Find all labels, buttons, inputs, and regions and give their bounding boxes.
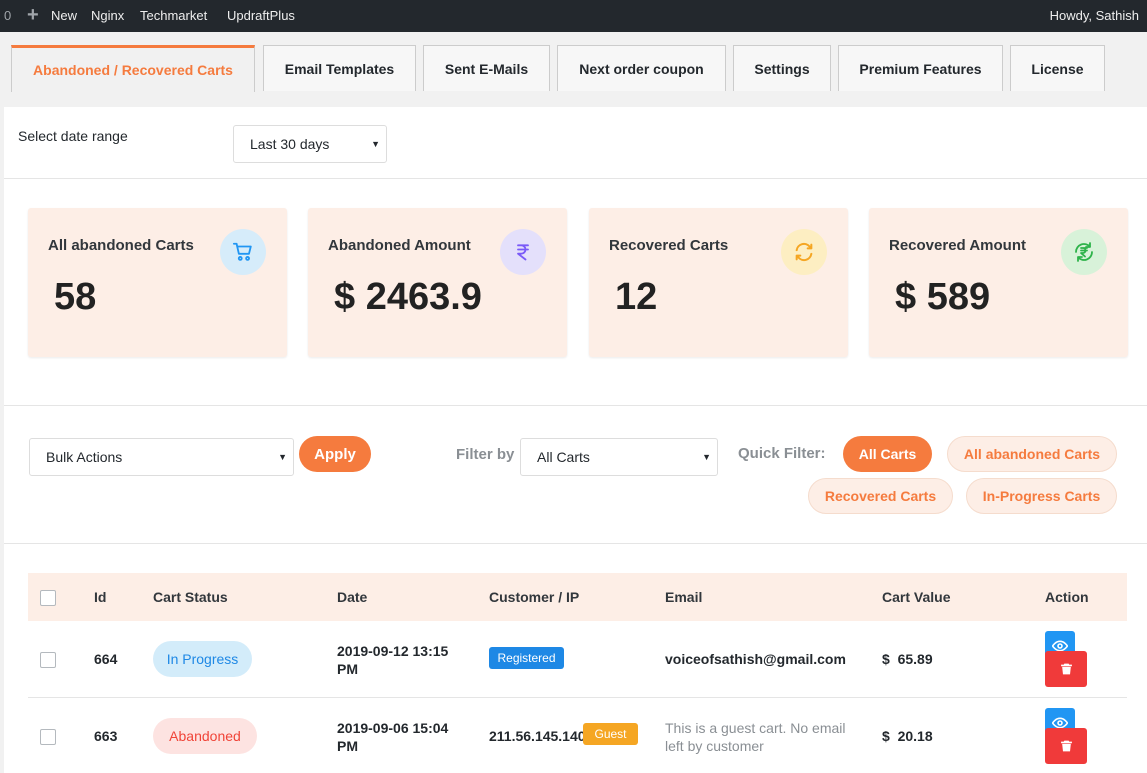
filter-selected: All Carts	[537, 449, 590, 465]
admin-bar-link-techmarket[interactable]: Techmarket	[140, 0, 207, 32]
tab-next-order-coupon[interactable]: Next order coupon	[557, 45, 726, 91]
column-header-email[interactable]: Email	[665, 589, 702, 605]
status-badge: In Progress	[153, 641, 252, 677]
column-header-cart-value[interactable]: Cart Value	[882, 589, 950, 605]
apply-button[interactable]: Apply	[299, 436, 371, 472]
bulk-actions-label: Bulk Actions	[46, 449, 123, 465]
tab-premium-features[interactable]: Premium Features	[838, 45, 1003, 91]
tab-settings[interactable]: Settings	[733, 45, 831, 91]
column-header-action: Action	[1045, 589, 1089, 605]
row-checkbox[interactable]	[40, 652, 56, 668]
date-range-selected: Last 30 days	[250, 136, 330, 152]
rupee-icon	[500, 229, 546, 275]
delete-cart-button[interactable]	[1045, 728, 1087, 764]
tab-sent-emails[interactable]: Sent E-Mails	[423, 45, 550, 91]
row-id: 664	[94, 651, 118, 667]
column-header-cart-status[interactable]: Cart Status	[153, 589, 228, 605]
trash-icon	[1060, 663, 1072, 675]
trash-icon	[1060, 740, 1072, 752]
caret-down-icon: ▼	[278, 452, 287, 462]
admin-bar: 0 + New Nginx Techmarket UpdraftPlus How…	[0, 0, 1147, 32]
bulk-actions-select[interactable]: Bulk Actions ▼	[29, 438, 294, 476]
select-all-checkbox[interactable]	[40, 590, 56, 606]
row-id: 663	[94, 728, 118, 744]
admin-bar-greeting[interactable]: Howdy, Sathish	[1050, 0, 1139, 32]
status-badge: Abandoned	[153, 718, 257, 754]
stat-value: 58	[54, 276, 97, 318]
stat-value: $ 2463.9	[334, 276, 482, 318]
rupee-recycle-icon	[1061, 229, 1107, 275]
row-date: 2019-09-06 15:04 PM	[337, 719, 448, 755]
filter-by-label: Filter by	[456, 446, 515, 463]
guest-badge: Guest	[583, 723, 638, 745]
date-range-select[interactable]: Last 30 days ▼	[233, 125, 387, 163]
admin-bar-link-nginx[interactable]: Nginx	[91, 0, 124, 32]
quick-filter-in-progress-carts[interactable]: In-Progress Carts	[966, 478, 1117, 514]
delete-cart-button[interactable]	[1045, 651, 1087, 687]
stat-card-recovered-carts: Recovered Carts 12	[589, 208, 848, 357]
stat-title: Recovered Carts	[609, 237, 729, 254]
stat-value: $ 589	[895, 276, 991, 318]
stat-card-recovered-amount: Recovered Amount $ 589	[869, 208, 1128, 357]
filter-select[interactable]: All Carts ▼	[520, 438, 718, 476]
stat-card-abandoned-amount: Abandoned Amount $ 2463.9	[308, 208, 567, 357]
row-date-line2: PM	[337, 738, 358, 754]
stat-title: Recovered Amount	[889, 237, 1026, 254]
tab-abandoned-recovered-carts[interactable]: Abandoned / Recovered Carts	[11, 45, 255, 92]
row-checkbox[interactable]	[40, 729, 56, 745]
stat-card-all-abandoned-carts: All abandoned Carts 58	[28, 208, 287, 357]
row-email-line2: left by customer	[665, 738, 764, 754]
stat-title: All abandoned Carts	[48, 237, 194, 254]
date-range-label: Select date range	[18, 128, 128, 144]
quick-filter-all-abandoned-carts[interactable]: All abandoned Carts	[947, 436, 1117, 472]
caret-down-icon: ▼	[702, 452, 711, 462]
divider	[4, 405, 1147, 406]
column-header-customer-ip[interactable]: Customer / IP	[489, 589, 579, 605]
admin-bar-link-updraftplus[interactable]: UpdraftPlus	[227, 0, 295, 32]
registered-badge: Registered	[489, 647, 564, 669]
admin-bar-new[interactable]: New	[51, 0, 77, 32]
cart-icon	[220, 229, 266, 275]
quick-filter-recovered-carts[interactable]: Recovered Carts	[808, 478, 953, 514]
divider	[4, 543, 1147, 544]
row-divider	[28, 697, 1127, 698]
tab-license[interactable]: License	[1010, 45, 1105, 91]
divider	[4, 178, 1147, 179]
row-date: 2019-09-12 13:15 PM	[337, 642, 448, 678]
row-email: voiceofsathish@gmail.com	[665, 651, 846, 667]
row-date-line2: PM	[337, 661, 358, 677]
column-header-id[interactable]: Id	[94, 589, 106, 605]
row-customer-ip: 211.56.145.140	[489, 728, 586, 744]
tab-email-templates[interactable]: Email Templates	[263, 45, 416, 91]
row-email-line1: This is a guest cart. No email	[665, 720, 846, 736]
row-cart-value: $ 20.18	[882, 728, 933, 744]
plus-icon[interactable]: +	[27, 0, 39, 32]
row-cart-value: $ 65.89	[882, 651, 933, 667]
refresh-icon	[781, 229, 827, 275]
row-date-line1: 2019-09-12 13:15	[337, 643, 449, 659]
quick-filter-all-carts[interactable]: All Carts	[843, 436, 932, 472]
stat-title: Abandoned Amount	[328, 237, 471, 254]
quick-filter-label: Quick Filter:	[738, 445, 826, 462]
column-header-date[interactable]: Date	[337, 589, 367, 605]
row-date-line1: 2019-09-06 15:04	[337, 720, 449, 736]
stat-value: 12	[615, 276, 658, 318]
admin-bar-counter[interactable]: 0	[4, 0, 11, 32]
row-email: This is a guest cart. No email left by c…	[665, 719, 846, 755]
caret-down-icon: ▼	[371, 139, 380, 149]
